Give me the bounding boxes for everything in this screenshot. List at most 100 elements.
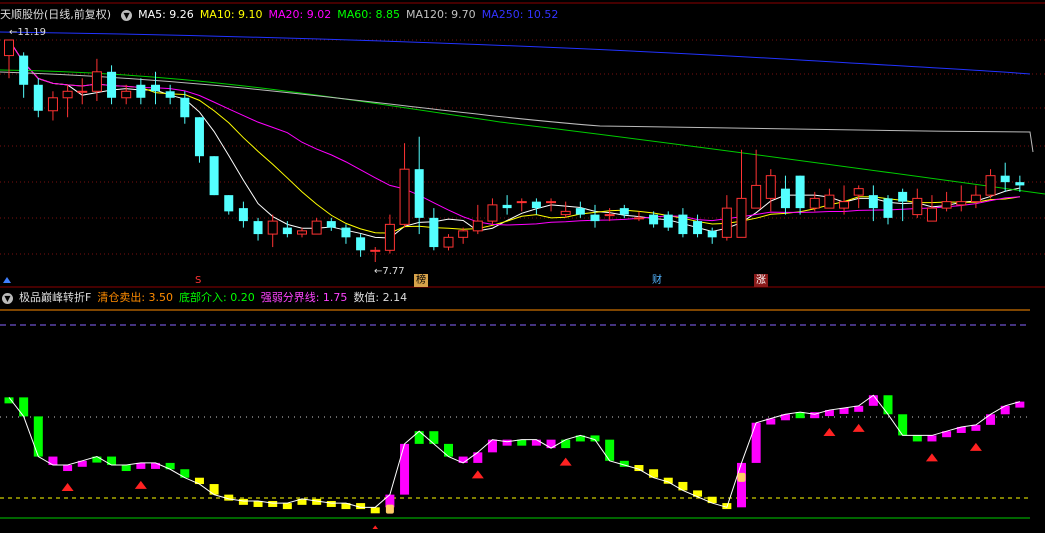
ma10-line [8,39,1020,234]
candle-up [472,220,483,232]
candle-down [868,195,878,209]
chevron-down-icon[interactable]: ▼ [121,9,133,21]
candle-down [707,230,717,238]
ma250-label: MA250: 10.52 [481,8,559,21]
candle-down [136,84,146,98]
candle-down [795,175,805,209]
candle-down [19,55,29,85]
candle-up [839,201,850,209]
candle-up [384,223,395,251]
chevron-down-icon[interactable]: ▼ [2,292,13,304]
indicator-bar [282,503,292,510]
candle-down [663,214,673,228]
sell-signal-icon [969,442,982,451]
sell-signal-icon [134,480,147,489]
indicator-bar [268,500,278,507]
arrow-up-icon [3,277,11,283]
candle-down [356,237,366,251]
indicator-bar [912,435,922,442]
indicator-bar [883,395,893,415]
indicator-bar [605,439,615,461]
sell-signal-icon [852,423,865,432]
candle-down [678,214,688,235]
candle-up [560,210,571,216]
marker-cai[interactable]: 财 [650,274,664,287]
candle-up [516,201,527,204]
ma5-label: MA5: 9.26 [138,8,194,21]
main-chart-header: 天顺股份(日线,前复权) ▼ MA5: 9.26 MA10: 9.10 MA20: 9.… [0,7,564,23]
candle-down [238,208,248,222]
hand-pointer-icon [737,472,746,482]
indicator-bar [33,416,43,457]
candle-up [809,197,820,209]
indicator-bar [4,397,14,404]
candle-up [487,204,498,222]
indicator-bar [927,435,937,442]
candle-up [91,71,102,92]
sell-signal-icon [559,457,572,466]
indicator-name: 极品巅峰转折F [19,291,92,304]
indicator-bar [898,414,908,436]
indicator-bar [473,452,483,463]
stock-chart[interactable] [0,0,1045,533]
indicator-bar [63,465,73,472]
candle-up [311,220,322,235]
candle-up [736,197,747,238]
candle-down [619,208,629,215]
candle-up [604,214,615,217]
indicator-bar [444,443,453,457]
candle-up [970,194,981,203]
candle-up [985,175,996,196]
candle-up [926,207,937,222]
indicator-bar [986,414,996,425]
candle-up [765,175,776,199]
low-price-label: ←7.77 [374,266,405,277]
candle-down [414,169,424,218]
candle-up [633,217,644,220]
marker-bang[interactable]: 榜 [414,274,428,287]
indicator-bar [121,465,131,472]
candle-up [941,201,952,209]
sell-line-label: 清仓卖出: 3.50 [97,291,174,304]
candle-down [898,191,908,202]
candle-down [1015,182,1025,186]
candle-up [853,188,864,196]
indicator-bar [487,439,497,453]
indicator-bar [238,498,248,505]
candle-down [341,227,351,238]
stock-name: 天顺股份 [0,8,44,21]
candle-up [956,201,967,206]
chart-canvas[interactable] [0,0,1045,533]
ma120-line [0,71,1034,153]
ma250-line [0,31,1031,75]
value-label: 数值: 2.14 [353,291,408,304]
candle-up [267,220,278,235]
candle-up [62,90,73,99]
candle-down [883,198,893,218]
candle-down [531,201,541,209]
candle-up [721,207,732,238]
candle-down [224,195,234,212]
candle-down [1000,175,1010,183]
high-price-label: ←11.19 [9,27,47,38]
candle-up [399,168,410,225]
candle-up [77,90,88,93]
indicator-line [8,394,1020,508]
ma5-line [8,39,1020,239]
candle-down [107,71,117,98]
marker-s[interactable]: S [193,274,203,287]
indicator-bar [737,462,746,508]
hand-pointer-icon [385,504,394,514]
candle-down [326,221,336,228]
candle-up [47,97,58,112]
candle-down [590,214,600,222]
ma60-label: MA60: 8.85 [337,8,400,21]
candle-down [429,217,439,248]
indicator-header: ▼ 极品巅峰转折F 清仓卖出: 3.50 底部介入: 0.20 强弱分界线: 1.75 数… [0,290,413,306]
ma120-label: MA120: 9.70 [405,8,476,21]
indicator-bar [326,500,336,507]
candle-down [575,208,585,215]
sell-signal-icon [823,428,836,437]
candle-down [33,84,43,111]
marker-zhang[interactable]: 涨 [754,274,768,287]
